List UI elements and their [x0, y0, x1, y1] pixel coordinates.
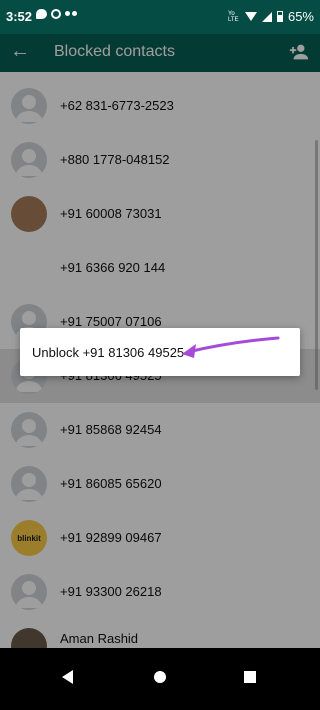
glasses-icon [65, 11, 77, 17]
annotation-arrow-icon [182, 336, 280, 358]
scrollbar[interactable] [315, 140, 318, 390]
nav-back-icon[interactable] [62, 670, 73, 684]
status-right: Yo LTE 65% [228, 9, 314, 24]
nav-recents-icon[interactable] [244, 671, 256, 683]
notification-icons [36, 9, 77, 19]
nav-home-icon[interactable] [154, 671, 166, 683]
wifi-icon [244, 12, 257, 21]
status-time: 3:52 [6, 9, 33, 24]
navigation-bar [0, 648, 320, 710]
message-icon [36, 9, 47, 19]
signal-icon [261, 11, 272, 22]
lte-icon: Yo LTE [227, 10, 239, 23]
whatsapp-icon [51, 9, 61, 19]
status-bar: 3:52 Yo LTE 65% [0, 0, 320, 34]
battery-percent: 65% [287, 9, 314, 24]
battery-icon [276, 11, 283, 22]
